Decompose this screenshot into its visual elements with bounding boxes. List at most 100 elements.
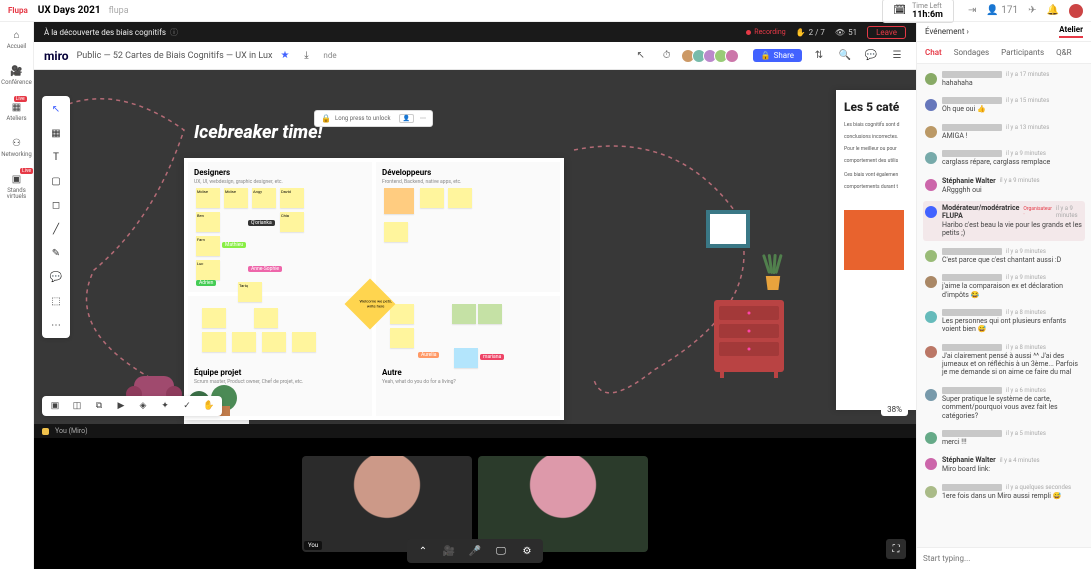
sticky-note[interactable] <box>448 188 472 208</box>
tab-sondages[interactable]: Sondages <box>954 48 989 57</box>
timer-icon[interactable]: ⏱ <box>658 47 676 65</box>
sticky-note[interactable] <box>420 188 444 208</box>
sticky-note[interactable] <box>232 332 256 352</box>
cursor-tool[interactable]: ↖ <box>47 100 65 118</box>
frames-icon[interactable]: ▣ <box>48 399 62 413</box>
star-icon[interactable]: ★ <box>280 50 289 61</box>
nav-accueil[interactable]: ⌂ Accueil <box>7 28 27 50</box>
hand-icon[interactable]: ✋ <box>202 399 216 413</box>
grid-icon: ▦ <box>10 100 24 114</box>
sticky-note[interactable]: David <box>280 188 304 208</box>
chevron-up-icon[interactable]: ⌃ <box>415 543 431 559</box>
chat-message: Modérateur/modératrice FLUPAOrganisateur… <box>923 201 1085 241</box>
miro-avatars[interactable] <box>684 49 739 63</box>
comment-tool[interactable]: 💬 <box>47 268 65 286</box>
sticky-note[interactable]: Chia <box>280 212 304 232</box>
sticky-tool[interactable]: ▢ <box>47 172 65 190</box>
line-tool[interactable]: ╱ <box>47 220 65 238</box>
message-time: il y a 15 minutes <box>1006 97 1049 104</box>
lock-icon: 🔒 <box>321 114 331 123</box>
raised-hands[interactable]: ✋ 2 / 7 <box>796 28 825 37</box>
sticky-note[interactable] <box>452 304 476 324</box>
shape-tool[interactable]: ◻ <box>47 196 65 214</box>
frame-tool[interactable]: ⬚ <box>47 292 65 310</box>
attendees-count[interactable]: 👤 171 <box>986 5 1018 16</box>
chat-icon[interactable]: 💬 <box>862 47 880 65</box>
message-text: j'aime la comparaison ex et déclaration … <box>942 282 1083 299</box>
slide-right[interactable]: Les 5 caté Les biais cognitifs sont d co… <box>836 90 916 410</box>
ai-icon[interactable]: ✦ <box>158 399 172 413</box>
sticky-note[interactable] <box>202 308 226 328</box>
nav-stands[interactable]: ▣ Live Stands virtuels <box>0 172 33 200</box>
copy-icon[interactable]: ⧉ <box>92 399 106 413</box>
sticky-note[interactable]: Angy <box>252 188 276 208</box>
template-tool[interactable]: ▦ <box>47 124 65 142</box>
camera-icon[interactable]: 🎥 <box>441 543 457 559</box>
right-tabs: Chat Sondages Participants Q&R <box>917 42 1091 64</box>
check-icon[interactable]: ✓ <box>180 399 194 413</box>
sticky-note[interactable]: Tariq <box>238 282 262 302</box>
search-icon[interactable]: 🔍 <box>836 47 854 65</box>
sticky-note[interactable] <box>454 348 478 368</box>
user-avatar[interactable] <box>1069 4 1083 18</box>
pen-tool[interactable]: ✎ <box>47 244 65 262</box>
atelier-tab[interactable]: Atelier <box>1059 25 1083 38</box>
chat-input[interactable] <box>923 554 1085 563</box>
settings-icon[interactable]: ⚙ <box>519 543 535 559</box>
quad-developpeurs[interactable]: Développeurs Frontend, Backend, native a… <box>376 162 560 292</box>
sticky-note[interactable] <box>478 304 502 324</box>
chat-message: il y a 15 minutesOh que oui 👍 <box>923 94 1085 116</box>
exit-icon[interactable]: ⇥ <box>968 5 976 16</box>
mic-icon[interactable]: 🎤 <box>467 543 483 559</box>
cursor-icon[interactable]: ↖ <box>632 47 650 65</box>
screen-icon[interactable]: 🖵 <box>493 543 509 559</box>
sticky-note[interactable]: Farn <box>196 236 220 256</box>
fullscreen-button[interactable]: ⛶ <box>886 539 906 559</box>
more-tool[interactable]: ⋯ <box>47 316 65 334</box>
chat-message: il y a 9 minutescarglass répare, carglas… <box>923 147 1085 169</box>
nav-conference[interactable]: 🎥 Conférence <box>1 64 32 86</box>
map-icon[interactable]: ◫ <box>70 399 84 413</box>
quad-designers[interactable]: Designers UX, UI, webdesign, graphic des… <box>188 162 372 292</box>
sticky-note[interactable]: Moïse <box>224 188 248 208</box>
quad-autre[interactable]: Aurelia mariana Autre Yeah, what do you … <box>376 296 560 416</box>
send-icon[interactable]: ✈ <box>1028 5 1036 16</box>
nav-networking[interactable]: ⚇ Networking <box>1 136 32 158</box>
tab-qr[interactable]: Q&R <box>1056 48 1071 57</box>
sticky-note[interactable] <box>262 332 286 352</box>
present-icon[interactable]: ▶ <box>114 399 128 413</box>
video-tile-self[interactable]: You <box>302 456 472 552</box>
nav-ateliers[interactable]: ▦ Live Ateliers <box>6 100 26 122</box>
event-dropdown[interactable]: Événement › <box>925 27 969 36</box>
sticky-note[interactable] <box>384 222 408 242</box>
video-icon: 🎥 <box>9 64 23 78</box>
sticky-note[interactable]: Moïse <box>196 188 220 208</box>
miro-canvas[interactable]: Icebreaker time! 🔒 Long press to unlock … <box>34 70 916 424</box>
tab-chat[interactable]: Chat <box>925 48 942 57</box>
left-nav: ⌂ Accueil 🎥 Conférence ▦ Live Ateliers ⚇… <box>0 0 34 569</box>
sticky-note[interactable] <box>384 188 414 214</box>
filter-icon[interactable]: ⇅ <box>810 47 828 65</box>
text-tool[interactable]: T <box>47 148 65 166</box>
layers-icon[interactable]: ◈ <box>136 399 150 413</box>
lock-hint[interactable]: 🔒 Long press to unlock 👤 ⋯ <box>314 110 433 127</box>
sticky-note[interactable] <box>254 308 278 328</box>
tab-participants[interactable]: Participants <box>1001 48 1044 57</box>
leave-button[interactable]: Leave <box>867 26 906 39</box>
sticky-note[interactable] <box>390 328 414 348</box>
share-button[interactable]: 🔒 Share <box>753 49 802 62</box>
message-author <box>942 71 1002 78</box>
sticky-note[interactable] <box>202 332 226 352</box>
video-tile-peer[interactable]: Laurence Vagner <box>478 456 648 552</box>
export-icon[interactable]: ⤓ <box>297 47 315 65</box>
miro-board-title[interactable]: Public — 52 Cartes de Biais Cognitifs — … <box>77 51 273 61</box>
sticky-note[interactable]: Luc <box>196 260 220 280</box>
menu-icon[interactable]: ☰ <box>888 47 906 65</box>
online-count[interactable]: 👁 51 <box>835 28 857 37</box>
chat-messages[interactable]: il y a 17 minuteshahahahail y a 15 minut… <box>917 64 1091 547</box>
zoom-level[interactable]: 38% <box>881 403 908 416</box>
help-icon[interactable]: ⓘ <box>170 27 178 38</box>
sticky-note[interactable] <box>292 332 316 352</box>
notifications-icon[interactable]: 🔔 <box>1047 5 1059 16</box>
sticky-note[interactable]: Ben <box>196 212 220 232</box>
